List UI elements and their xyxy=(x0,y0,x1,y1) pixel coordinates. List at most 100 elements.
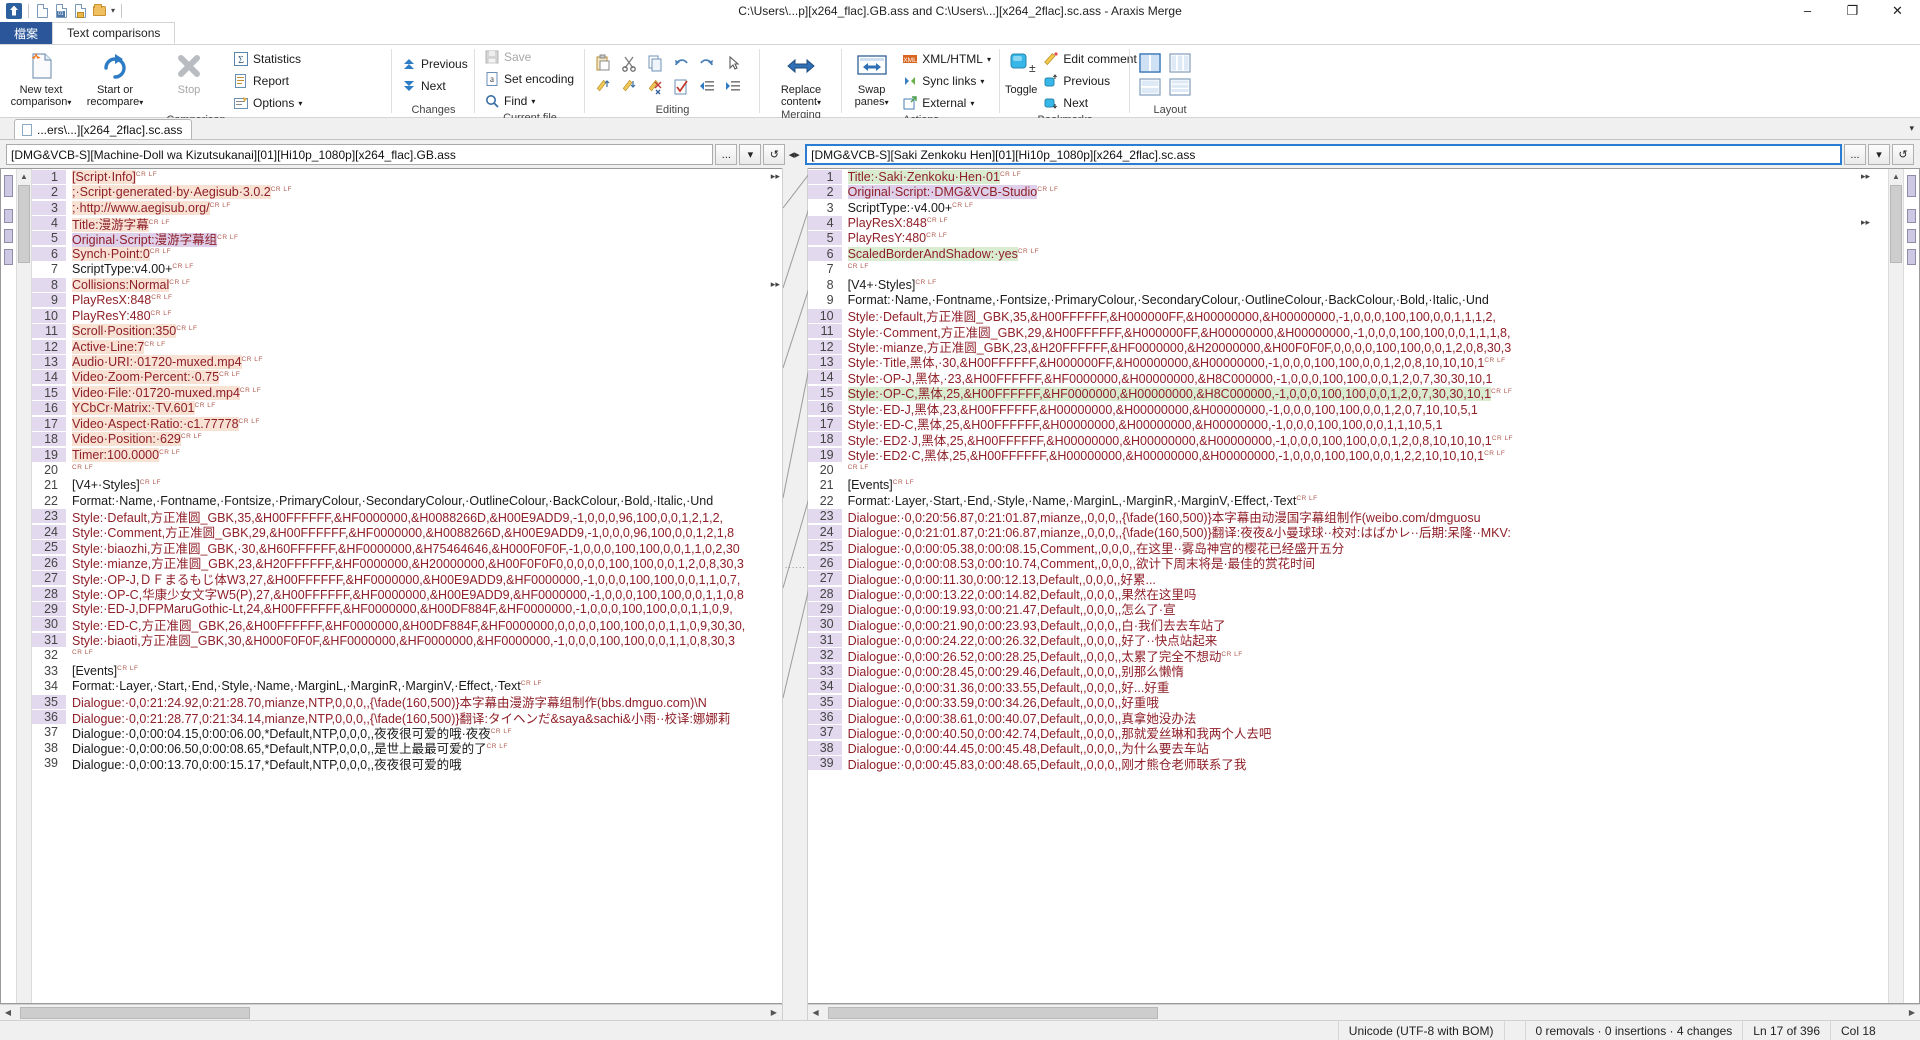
left-expand-marker-mid[interactable]: ▸▸ xyxy=(771,279,780,290)
edit-clear-icon[interactable] xyxy=(646,78,664,96)
options-caret[interactable]: ▾ xyxy=(298,99,302,108)
edit-up-icon[interactable] xyxy=(594,78,612,96)
left-hscroll-thumb[interactable] xyxy=(20,1006,250,1019)
minimize-button[interactable]: – xyxy=(1785,0,1830,22)
line-row[interactable]: 1 [Script·Info]CR LF xyxy=(32,169,782,184)
left-history-dropdown[interactable]: ▾ xyxy=(739,144,762,165)
line-row[interactable]: 7 ScriptType:v4.00+CR LF xyxy=(32,262,782,277)
left-refresh-button[interactable]: ↺ xyxy=(763,144,786,165)
tab-text-comparisons[interactable]: Text comparisons xyxy=(52,22,176,44)
open-folder-icon[interactable] xyxy=(92,3,108,19)
report-button[interactable]: Report xyxy=(229,70,306,92)
right-expand-marker-mid[interactable]: ▸▸ xyxy=(1861,217,1870,228)
open-file-icon[interactable] xyxy=(73,3,89,19)
line-row[interactable]: 4 PlayResX:848CR LF xyxy=(807,215,1888,231)
line-row[interactable]: 8 [V4+·Styles]CR LF xyxy=(808,277,1888,292)
line-row[interactable]: 5 PlayResY:480CR LF xyxy=(807,231,1888,246)
options-button[interactable]: Options ▾ xyxy=(229,92,306,114)
right-scroll-thumb[interactable] xyxy=(1890,185,1902,263)
path-swap-indicator[interactable]: ◂▸ xyxy=(785,148,803,161)
redo-icon[interactable] xyxy=(698,54,716,72)
previous-bookmark-button[interactable]: Previous xyxy=(1039,70,1140,92)
line-row[interactable]: 19 Style:·ED2·C,黑体,25,&H00FFFFFF,&H000000… xyxy=(807,447,1888,463)
replace-content-button[interactable]: Replace content▾ xyxy=(765,48,837,109)
line-row[interactable]: 18 Video·Position:·629CR LF xyxy=(32,431,782,447)
toggle-bookmark-button[interactable]: ± Toggle xyxy=(1005,48,1037,96)
left-scroll-up-arrow[interactable]: ▲ xyxy=(17,169,31,184)
line-row[interactable]: 2 Original·Script:·DMG&VCB-StudioCR LF xyxy=(807,184,1888,200)
left-scroll-thumb[interactable] xyxy=(18,185,30,263)
line-row[interactable]: 2 ;·Script·generated·by·Aegisub·3.0.2CR L… xyxy=(32,184,782,200)
right-text-lines[interactable]: 1 Title:·Saki·Zenkoku·Hen·01CR LF 2 Origina… xyxy=(807,169,1888,1003)
maximize-button[interactable]: ❐ xyxy=(1830,0,1875,22)
indent-icon[interactable] xyxy=(724,78,742,96)
left-vertical-scrollbar[interactable]: ▲ xyxy=(17,169,32,1003)
new-text-comparison-button[interactable]: New text comparison▾ xyxy=(5,48,77,109)
qat-customize-caret[interactable]: ▾ xyxy=(111,6,115,15)
start-or-recompare-caret[interactable]: ▾ xyxy=(139,98,143,107)
edit-comment-button[interactable]: Edit comment xyxy=(1039,48,1140,70)
line-row[interactable]: 6 ScaledBorderAndShadow:·yesCR LF xyxy=(807,246,1888,261)
left-text-lines[interactable]: 1 [Script·Info]CR LF 2 ;·Script·generated·b… xyxy=(32,169,782,1003)
new-comparison-icon[interactable] xyxy=(35,3,51,19)
three-pane-icon[interactable] xyxy=(1169,53,1191,73)
undo-icon[interactable] xyxy=(672,54,690,72)
find-caret[interactable]: ▾ xyxy=(531,97,535,106)
close-button[interactable]: ✕ xyxy=(1875,0,1920,22)
external-caret[interactable]: ▾ xyxy=(970,99,974,108)
two-pane-icon[interactable] xyxy=(1139,53,1161,73)
next-bookmark-button[interactable]: Next xyxy=(1039,92,1140,114)
line-row[interactable]: 14 Video·Zoom·Percent:·0.75CR LF xyxy=(32,370,782,385)
line-row[interactable]: 12 Active·Line:7CR LF xyxy=(32,339,782,354)
right-hscroll-thumb[interactable] xyxy=(827,1006,1158,1019)
line-row[interactable]: 1 Title:·Saki·Zenkoku·Hen·01CR LF xyxy=(807,169,1888,184)
sync-links-button[interactable]: Sync links ▾ xyxy=(898,70,995,92)
line-row[interactable]: 16 YCbCr·Matrix:·TV.601CR LF xyxy=(32,401,782,416)
line-row[interactable]: 20 CR LF xyxy=(32,462,782,477)
left-hscroll-right-arrow[interactable]: ▶ xyxy=(766,1008,782,1017)
left-path-input[interactable]: [DMG&VCB-S][Machine-Doll wa Kizutsukanai… xyxy=(6,144,714,165)
tab-file[interactable]: 檔案 xyxy=(0,22,53,44)
line-row[interactable]: 31 Style:·biaoti,方正准圆_GBK,30,&H000F0F0F,&… xyxy=(32,632,782,648)
right-history-dropdown[interactable]: ▾ xyxy=(1868,144,1890,165)
line-row[interactable]: 3 ScriptType:·v4.00+CR LF xyxy=(808,200,1888,215)
status-encoding[interactable]: Unicode (UTF-8 with BOM) xyxy=(1337,1020,1504,1040)
statistics-button[interactable]: Σ Statistics xyxy=(229,48,306,70)
right-vertical-scrollbar[interactable]: ▲ xyxy=(1888,169,1903,1003)
cut-icon[interactable] xyxy=(620,54,638,72)
line-row[interactable]: 6 Synch·Point:0CR LF xyxy=(32,246,782,261)
find-button[interactable]: Find ▾ xyxy=(480,90,578,112)
replace-content-caret[interactable]: ▾ xyxy=(817,98,821,107)
swap-panes-button[interactable]: Swap panes▾ xyxy=(847,48,896,109)
line-row[interactable]: 15 Video·File:·01720-muxed.mp4CR LF xyxy=(32,385,782,400)
file-tab-active[interactable]: ...ers\...][x264_2flac].sc.ass xyxy=(14,119,193,139)
edit-down-icon[interactable] xyxy=(620,78,638,96)
check-edit-icon[interactable] xyxy=(672,78,690,96)
line-row[interactable]: 21 [Events]CR LF xyxy=(808,478,1888,493)
sync-links-caret[interactable]: ▾ xyxy=(980,77,984,86)
right-scroll-up-arrow[interactable]: ▲ xyxy=(1889,169,1903,184)
external-button[interactable]: External ▾ xyxy=(898,92,995,114)
line-row[interactable]: 10 PlayResY:480CR LF xyxy=(32,308,782,323)
right-path-input[interactable]: [DMG&VCB-S][Saki Zenkoku Hen][01][Hi10p_… xyxy=(805,144,1842,165)
stacked-icon[interactable] xyxy=(1169,78,1191,96)
left-horizontal-scrollbar[interactable]: ◀ ▶ xyxy=(0,1004,782,1020)
line-row[interactable]: 9 PlayResX:848CR LF xyxy=(32,293,782,308)
new-text-comparison-caret[interactable]: ▾ xyxy=(67,98,71,107)
select-icon[interactable] xyxy=(724,54,742,72)
line-row[interactable]: 5 Original·Script:漫游字幕组CR LF xyxy=(32,231,782,247)
line-row[interactable]: 7 CR LF xyxy=(808,262,1888,277)
line-row[interactable]: 39 Dialogue:·0,0:00:13.70,0:00:15.17,*Def… xyxy=(32,756,782,772)
xml-html-button[interactable]: XML XML/HTML ▾ xyxy=(898,48,995,70)
line-row[interactable]: 8 Collisions:NormalCR LF xyxy=(32,277,782,292)
right-horizontal-scrollbar[interactable]: ◀ ▶ xyxy=(807,1004,1920,1020)
right-browse-button[interactable]: ... xyxy=(1844,144,1866,165)
right-expand-marker-top[interactable]: ▸▸ xyxy=(1861,171,1870,182)
line-row[interactable]: 32 CR LF xyxy=(32,648,782,663)
xml-html-caret[interactable]: ▾ xyxy=(987,55,991,64)
left-hscroll-left-arrow[interactable]: ◀ xyxy=(0,1008,16,1017)
right-refresh-button[interactable]: ↺ xyxy=(1892,144,1914,165)
line-row[interactable]: 13 Audio·URI:·01720-muxed.mp4CR LF xyxy=(32,354,782,369)
left-change-map[interactable] xyxy=(1,169,17,1003)
line-row[interactable]: 33 [Events]CR LF xyxy=(32,663,782,678)
